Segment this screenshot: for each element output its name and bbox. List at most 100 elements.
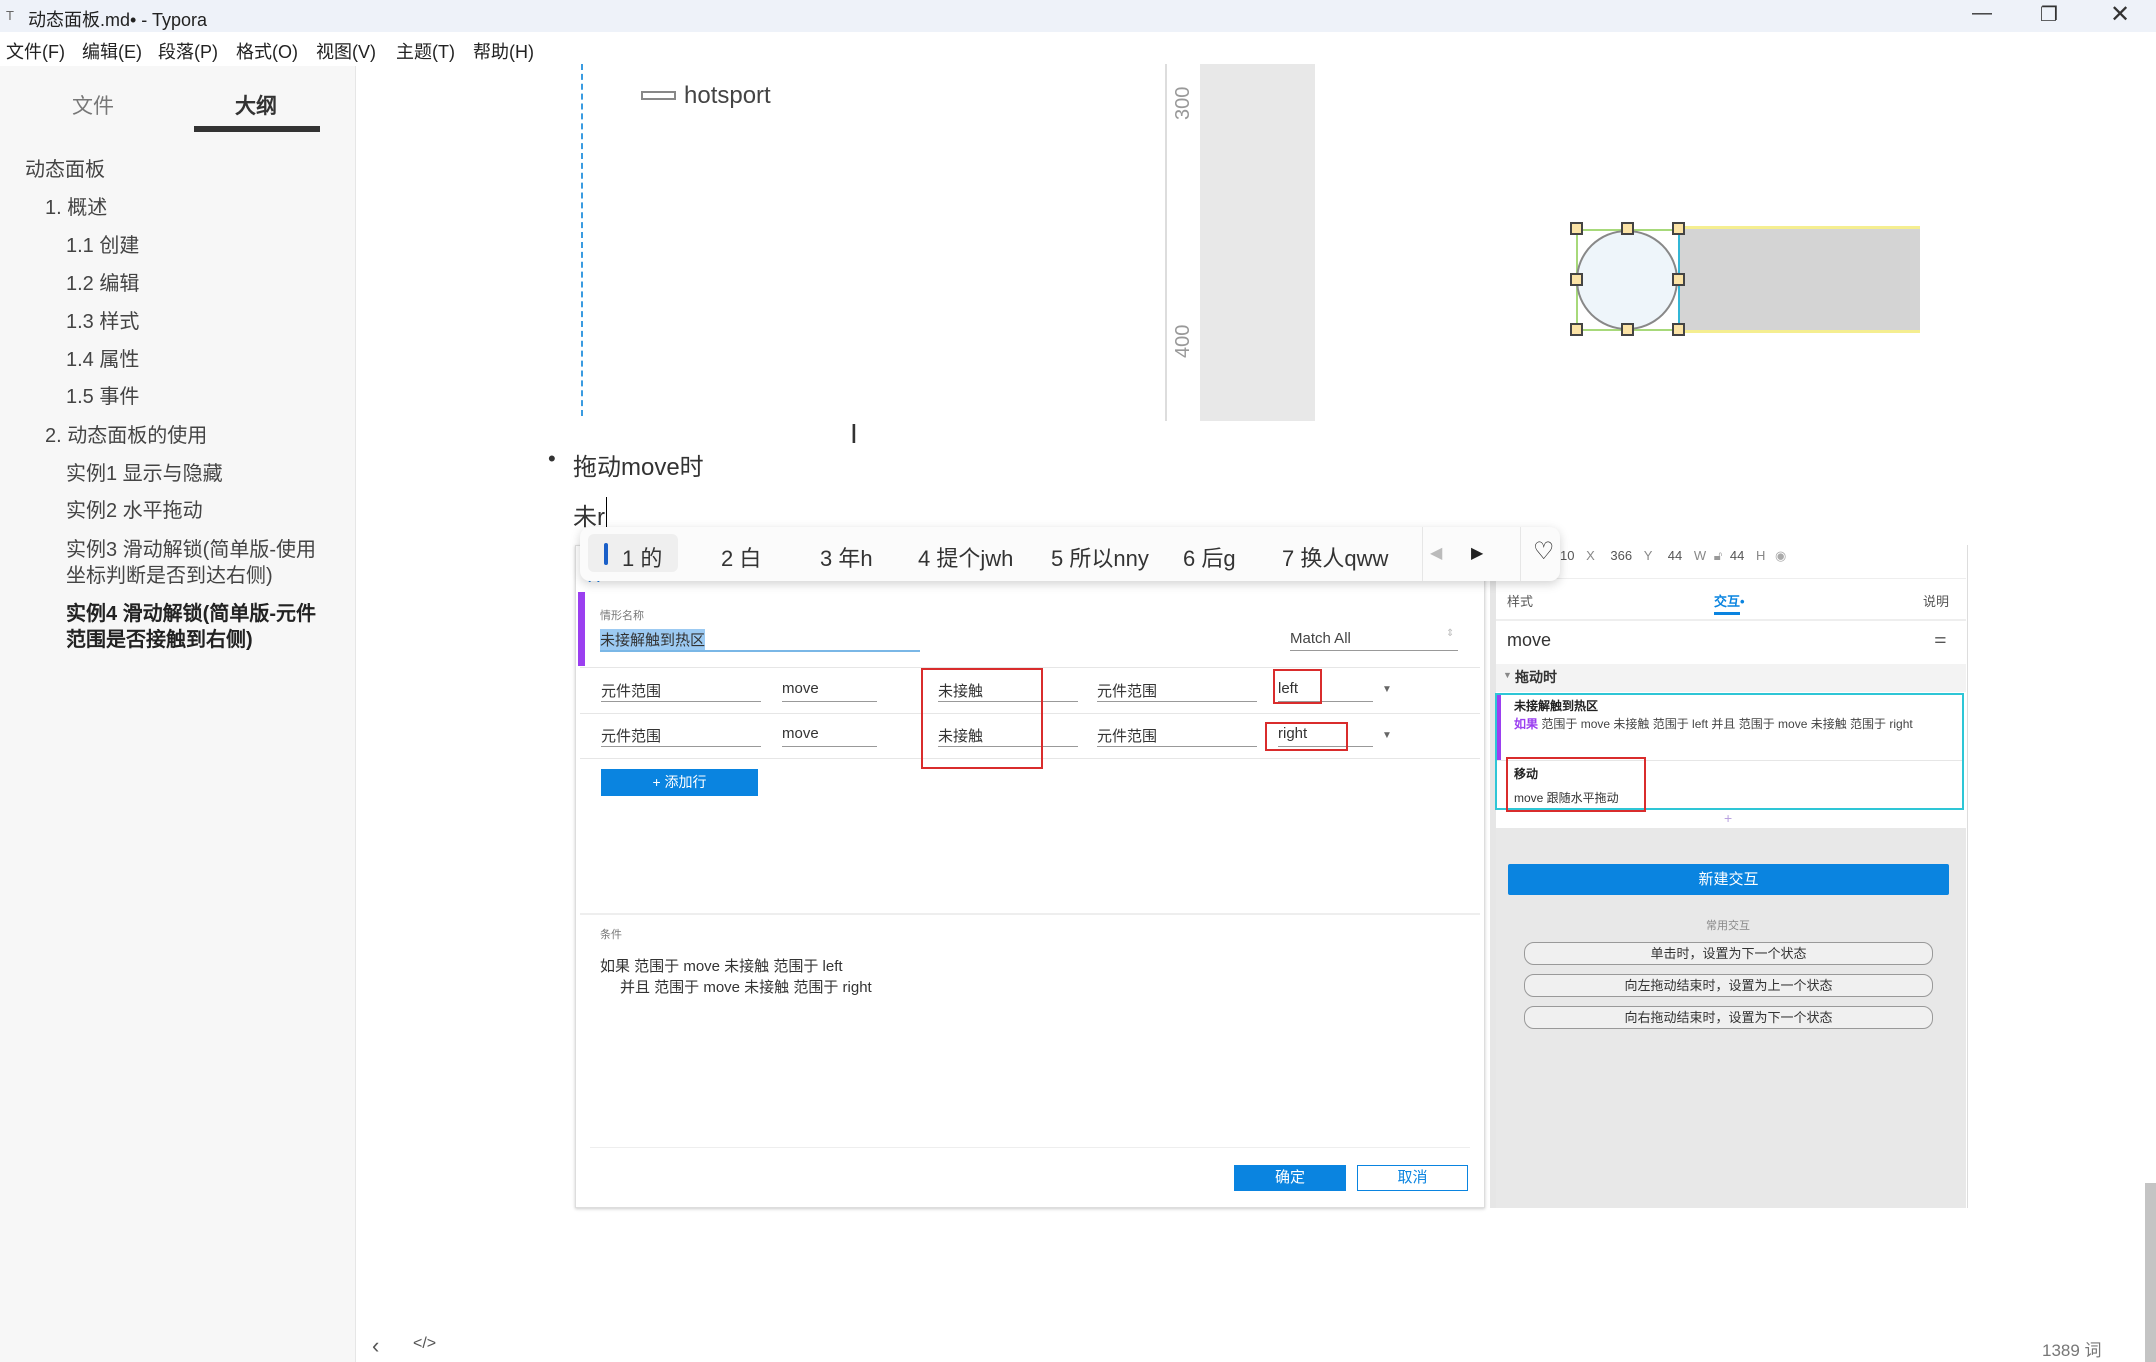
resize-handle[interactable] xyxy=(1570,273,1583,286)
resize-handle[interactable] xyxy=(1672,222,1685,235)
window-title: 动态面板.md• - Typora xyxy=(28,10,208,30)
ime-candidate-bar: 1 的 2 白 3 年h 4 提个jwh 5 所以nny 6 后g 7 换人qw… xyxy=(580,527,1560,581)
tab-notes[interactable]: 说明 xyxy=(1923,591,1949,610)
case-title: 未接解触到热区 xyxy=(1514,699,1599,713)
toggle-sidebar-icon[interactable]: ‹ xyxy=(372,1333,379,1359)
collapse-arrow-icon[interactable]: ▼ xyxy=(1503,670,1512,680)
cancel-button[interactable]: 取消 xyxy=(1357,1165,1468,1191)
word-count[interactable]: 1389 词 xyxy=(2042,1336,2102,1361)
source-mode-icon[interactable]: </> xyxy=(413,1335,436,1353)
add-case-icon[interactable]: + xyxy=(1724,810,1732,826)
outline-item[interactable]: 1.5 事件 xyxy=(66,384,139,410)
h-label: H xyxy=(1755,548,1766,563)
resize-handle[interactable] xyxy=(1621,222,1634,235)
sidebar: 文件 大纲 动态面板 1. 概述 1.1 创建 1.2 编辑 1.3 样式 1.… xyxy=(0,66,356,1362)
highlight-box xyxy=(921,668,1043,769)
condition-label: 条件 xyxy=(600,929,622,941)
scrollbar[interactable] xyxy=(2145,1183,2156,1362)
menu-view[interactable]: 视图(V) xyxy=(316,38,376,64)
ime-candidate[interactable]: 5 所以nny xyxy=(1051,541,1149,573)
resize-handle[interactable] xyxy=(1570,222,1583,235)
outline-item[interactable]: 1.2 编辑 xyxy=(66,271,139,297)
guide-line xyxy=(581,64,583,416)
filter-icon[interactable]: ⚌ xyxy=(1934,630,1947,647)
ime-candidate[interactable]: 3 年h xyxy=(820,541,873,573)
condition-summary-line: 并且 范围于 move 未接触 范围于 right xyxy=(620,979,872,996)
x-label: X xyxy=(1586,548,1595,563)
common-interaction-button[interactable]: 向左拖动结束时，设置为上一个状态 xyxy=(1524,974,1933,997)
resize-handle[interactable] xyxy=(1621,323,1634,336)
outline-item-active[interactable]: 实例4 滑动解锁(简单版-元件范围是否接触到右侧) xyxy=(66,601,326,653)
common-interaction-button[interactable]: 单击时，设置为下一个状态 xyxy=(1524,942,1933,965)
condition-summary-line: 如果 范围于 move 未接触 范围于 left xyxy=(600,958,843,975)
ime-candidate[interactable]: 4 提个jwh xyxy=(918,541,1013,573)
coords-bar: 10 X 366 Y 44 W 🔓︎ 44 H ◉ xyxy=(1560,548,1786,564)
target-select[interactable]: move xyxy=(782,680,819,697)
outline-item[interactable]: 动态面板 xyxy=(25,157,105,183)
y-value[interactable]: 366 xyxy=(1610,548,1632,563)
menu-paragraph[interactable]: 段落(P) xyxy=(158,38,218,64)
w-value[interactable]: 44 xyxy=(1668,548,1682,563)
text-cursor-icon: I xyxy=(850,418,858,449)
event-header[interactable] xyxy=(1496,664,1966,692)
move-knob[interactable] xyxy=(1576,230,1678,330)
target-type-select[interactable]: 元件范围 xyxy=(1097,725,1157,746)
bullet-text: 拖动move时 xyxy=(573,454,704,481)
h-value[interactable]: 44 xyxy=(1730,548,1744,563)
add-row-button[interactable]: + 添加行 xyxy=(601,769,758,796)
outline-item[interactable]: 1.4 属性 xyxy=(66,347,139,373)
name-input[interactable]: 未接解触到热区 xyxy=(600,629,706,650)
active-tab-indicator xyxy=(194,126,320,132)
menu-edit[interactable]: 编辑(E) xyxy=(82,38,142,64)
favorite-icon[interactable]: ♡ xyxy=(1533,537,1555,566)
tab-style[interactable]: 样式 xyxy=(1507,591,1533,610)
ime-candidate[interactable]: 6 后g xyxy=(1183,541,1236,573)
menu-theme[interactable]: 主题(T) xyxy=(396,38,455,64)
common-interaction-button[interactable]: 向右拖动结束时，设置为下一个状态 xyxy=(1524,1006,1933,1029)
case-text: 范围于 move 未接触 范围于 left 并且 范围于 move 未接触 范围… xyxy=(1541,717,1913,731)
outline-item[interactable]: 实例2 水平拖动 xyxy=(66,498,203,524)
resize-handle[interactable] xyxy=(1672,323,1685,336)
menu-help[interactable]: 帮助(H) xyxy=(473,38,534,64)
tab-outline[interactable]: 大纲 xyxy=(235,90,277,120)
new-interaction-button[interactable]: 新建交互 xyxy=(1508,864,1949,895)
common-label: 常用交互 xyxy=(1706,920,1750,932)
close-icon[interactable]: ✕ xyxy=(2110,0,2130,29)
outline-item[interactable]: 1. 概述 xyxy=(45,195,107,221)
restore-icon[interactable]: ❐ xyxy=(2040,2,2058,27)
menu-file[interactable]: 文件(F) xyxy=(6,38,65,64)
ruler-label: 400 xyxy=(1172,324,1194,358)
x-value[interactable]: 10 xyxy=(1560,548,1574,563)
menu-format[interactable]: 格式(O) xyxy=(236,38,298,64)
target-type-select[interactable]: 元件范围 xyxy=(1097,680,1157,701)
outline-item[interactable]: 实例1 显示与隐藏 xyxy=(66,461,223,487)
tab-interaction[interactable]: 交互• xyxy=(1714,591,1745,610)
outline-item[interactable]: 1.1 创建 xyxy=(66,233,139,259)
match-select[interactable]: Match All xyxy=(1290,630,1351,647)
widget-name[interactable]: move xyxy=(1507,630,1551,651)
app-icon: T xyxy=(6,8,14,23)
updown-icon: ⇕ xyxy=(1446,628,1455,639)
name-label: 情形名称 xyxy=(600,610,644,622)
lock-icon[interactable]: 🔓︎ xyxy=(1714,548,1722,563)
ime-candidate[interactable]: 7 换人qww xyxy=(1282,541,1388,573)
ok-button[interactable]: 确定 xyxy=(1234,1165,1346,1191)
tab-files[interactable]: 文件 xyxy=(72,90,114,120)
divider xyxy=(590,1147,1470,1148)
eye-icon[interactable]: ◉ xyxy=(1775,548,1786,563)
resize-handle[interactable] xyxy=(1672,273,1685,286)
hotspot-icon xyxy=(641,91,676,100)
minimize-icon[interactable]: — xyxy=(1972,2,1992,25)
outline-item[interactable]: 实例3 滑动解锁(简单版-使用坐标判断是否到达右侧) xyxy=(66,537,326,589)
outline-item[interactable]: 2. 动态面板的使用 xyxy=(45,423,207,449)
ime-candidate[interactable]: 1 的 xyxy=(622,541,662,573)
prev-page-icon[interactable]: ◀ xyxy=(1430,543,1442,563)
case-conditions: 如果 范围于 move 未接触 范围于 left 并且 范围于 move 未接触… xyxy=(1514,715,1954,733)
resize-handle[interactable] xyxy=(1570,323,1583,336)
target-select[interactable]: move xyxy=(782,725,819,742)
target-type-select[interactable]: 元件范围 xyxy=(601,725,661,746)
ime-candidate[interactable]: 2 白 xyxy=(721,541,761,573)
target-type-select[interactable]: 元件范围 xyxy=(601,680,661,701)
outline-item[interactable]: 1.3 样式 xyxy=(66,309,139,335)
next-page-icon[interactable]: ▶ xyxy=(1471,543,1483,563)
